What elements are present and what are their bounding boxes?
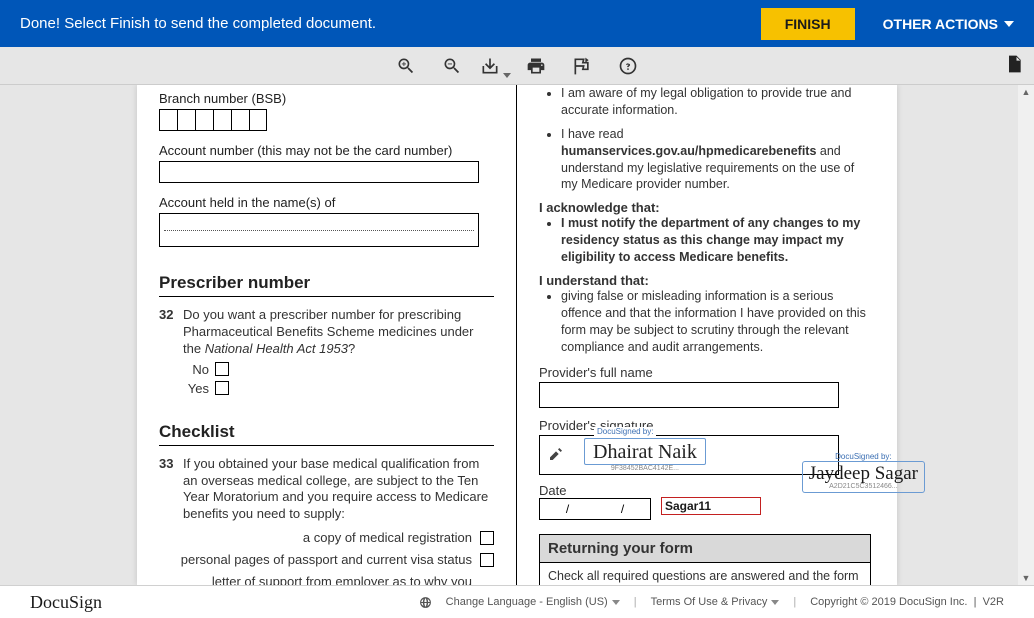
footer: DocuSign Change Language - English (US) … [0, 585, 1034, 618]
account-number-field[interactable] [159, 161, 479, 183]
checklist-item-2: personal pages of passport and current v… [181, 552, 472, 567]
account-number-label: Account number (this may not be the card… [159, 143, 494, 158]
print-icon [526, 56, 546, 76]
checklist-item-1: a copy of medical registration [303, 530, 472, 545]
zoom-in-button[interactable] [387, 51, 425, 81]
scroll-up-icon: ▲ [1021, 87, 1031, 97]
understand-heading: I understand that: [539, 273, 871, 288]
change-language-link[interactable]: Change Language - English (US) [446, 596, 620, 608]
document-icon [1004, 52, 1024, 76]
help-button[interactable] [609, 51, 647, 81]
right-column: I am aware of my legal obligation to pro… [517, 85, 897, 585]
acknowledge-heading: I acknowledge that: [539, 200, 871, 215]
caret-down-icon [612, 600, 620, 605]
date-field[interactable]: // [539, 498, 651, 520]
docusign-logo: DocuSign [30, 592, 102, 613]
signature-name: Dhairat Naik [584, 438, 706, 465]
checklist-checkbox-1[interactable] [480, 531, 494, 545]
zoom-out-icon [442, 56, 462, 76]
question-number: 33 [159, 456, 183, 524]
download-button[interactable] [471, 51, 509, 81]
zoom-in-icon [396, 56, 416, 76]
vertical-scrollbar[interactable]: ▲ ▼ [1018, 85, 1034, 585]
left-column: Branch number (BSB) Account number (this… [137, 85, 517, 585]
assign-button[interactable] [563, 51, 601, 81]
checklist-checkbox-2[interactable] [480, 553, 494, 567]
question-33-text: If you obtained your base medical qualif… [183, 456, 494, 524]
scroll-down-icon: ▼ [1021, 573, 1031, 583]
globe-icon [419, 596, 432, 609]
signature-name: Jaydeep Sagar [802, 461, 925, 483]
returning-form-heading: Returning your form [540, 535, 870, 563]
caret-down-icon [503, 73, 511, 78]
declaration-bullet: I have read humanservices.gov.au/hpmedic… [561, 126, 871, 194]
provider-name-field[interactable] [539, 382, 839, 408]
caret-down-icon [1004, 21, 1014, 27]
documents-panel-button[interactable] [1004, 52, 1024, 79]
document-page: Branch number (BSB) Account number (this… [137, 85, 897, 585]
caret-down-icon [771, 600, 779, 605]
question-number: 32 [159, 307, 183, 358]
understand-bullet: giving false or misleading information i… [561, 288, 871, 356]
terms-link[interactable]: Terms Of Use & Privacy [651, 596, 780, 608]
prescriber-heading: Prescriber number [159, 273, 494, 297]
account-held-field[interactable] [159, 213, 479, 247]
toolbar [0, 47, 1034, 85]
zoom-out-button[interactable] [433, 51, 471, 81]
docusigned-by-label: DocuSigned by: [594, 427, 656, 436]
text-tab-sagar[interactable]: Sagar11 [661, 497, 761, 515]
finish-button[interactable]: FINISH [761, 8, 855, 40]
returning-form-box: Returning your form Check all required q… [539, 534, 871, 585]
banner-message: Done! Select Finish to send the complete… [20, 15, 761, 32]
print-button[interactable] [517, 51, 555, 81]
document-viewport: Branch number (BSB) Account number (this… [0, 85, 1034, 585]
yes-label: Yes [183, 381, 209, 396]
no-label: No [183, 362, 209, 377]
branch-number-field[interactable] [159, 109, 494, 131]
docusigned-by-label: DocuSigned by: [802, 452, 925, 461]
date-label: Date [539, 483, 651, 498]
declaration-bullet: I am aware of my legal obligation to pro… [561, 85, 871, 119]
yes-checkbox[interactable] [215, 381, 229, 395]
copyright-text: Copyright © 2019 DocuSign Inc. | V2R [810, 596, 1004, 608]
download-icon [480, 56, 500, 76]
checklist-heading: Checklist [159, 422, 494, 446]
no-checkbox[interactable] [215, 362, 229, 376]
provider-name-label: Provider's full name [539, 365, 871, 380]
signature-stamp: DocuSigned by: Dhairat Naik 9F38452BAC41… [584, 438, 706, 472]
checklist-item-3: letter of support from employer as to wh… [182, 574, 472, 585]
acknowledge-bullet: I must notify the department of any chan… [561, 215, 871, 266]
help-icon [618, 56, 638, 76]
signature-id: A2D21C5C3512466... [802, 483, 925, 493]
return-text-1: Check all required questions are answere… [548, 568, 862, 585]
branch-number-label: Branch number (BSB) [159, 91, 494, 106]
provider-signature-field[interactable]: DocuSigned by: Dhairat Naik 9F38452BAC41… [539, 435, 839, 475]
secondary-signature-stamp: DocuSigned by: Jaydeep Sagar A2D21C5C351… [802, 452, 925, 493]
flag-arrow-icon [572, 56, 592, 76]
top-banner: Done! Select Finish to send the complete… [0, 0, 1034, 47]
pen-icon [546, 446, 566, 465]
account-held-label: Account held in the name(s) of [159, 195, 494, 210]
provider-signature-label: Provider's signature [539, 418, 871, 433]
signature-id: 9F38452BAC4142E... [584, 465, 706, 472]
other-actions-dropdown[interactable]: OTHER ACTIONS [883, 16, 1014, 32]
question-32-text: Do you want a prescriber number for pres… [183, 307, 494, 358]
other-actions-label: OTHER ACTIONS [883, 16, 998, 32]
